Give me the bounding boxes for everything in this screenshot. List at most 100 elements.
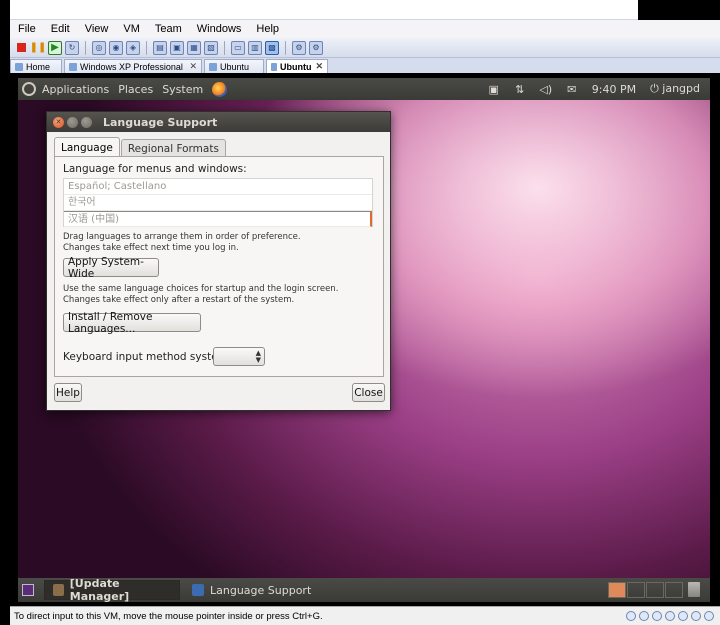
host-menubar: File Edit View VM Team Windows Help [10, 20, 720, 38]
reset-button[interactable]: ↻ [65, 40, 79, 55]
keyboard-input-method-select[interactable]: ▲ ▼ [213, 347, 265, 366]
tab-label: Ubuntu [220, 61, 250, 72]
window-maximize-icon[interactable] [81, 116, 92, 128]
home-icon [15, 62, 23, 71]
clock[interactable]: 9:40 PM [592, 83, 636, 96]
workspace-4[interactable] [665, 582, 683, 598]
menu-file[interactable]: File [18, 23, 36, 35]
network-icon[interactable]: ⇅ [514, 83, 526, 96]
tab-ubuntu-2[interactable]: Ubuntu ✕ [266, 59, 328, 73]
hard-disk-icon[interactable] [626, 611, 636, 621]
revert-snapshot-icon[interactable]: ◉ [109, 40, 123, 55]
install-remove-languages-button[interactable]: Install / Remove Languages... [63, 311, 201, 335]
dialog-title: Language Support [103, 115, 218, 129]
places-menu[interactable]: Places [118, 83, 153, 96]
stop-icon [16, 43, 26, 52]
update-manager-icon [53, 584, 64, 596]
tab-label: Home [26, 61, 51, 72]
settings-icon[interactable]: ⚙ [309, 40, 323, 55]
host-title-dark-area [638, 0, 720, 20]
tab-home[interactable]: Home [10, 59, 62, 73]
menu-edit[interactable]: Edit [51, 23, 70, 35]
system-menu[interactable]: System [162, 83, 203, 96]
show-desktop-icon[interactable] [22, 584, 34, 596]
language-support-dialog: ✕ Language Support Language Regional For… [46, 111, 391, 411]
sidebar-toggle-icon[interactable]: ▤ [153, 40, 167, 55]
host-toolbar: ❚❚ ▶ ↻ ◎ ◉ ◈ ▤ ▣ ▦ ▧ ▭ ▥ ▩ ⚙ ⚙ [10, 38, 720, 58]
host-status-bar: To direct input to this VM, move the mou… [10, 606, 720, 625]
dialog-titlebar[interactable]: ✕ Language Support [47, 112, 390, 132]
menu-vm[interactable]: VM [123, 23, 140, 35]
sound-icon[interactable] [691, 611, 701, 621]
usb-icon[interactable] [678, 611, 688, 621]
list-item[interactable]: 汉语 (中国) [64, 211, 372, 227]
taskbar-language-support[interactable]: Language Support [184, 580, 320, 600]
team-icon[interactable]: ⚙ [292, 40, 306, 55]
unity-icon[interactable]: ▧ [204, 40, 218, 55]
window-close-icon[interactable]: ✕ [53, 116, 64, 128]
workspace-2[interactable] [627, 582, 645, 598]
taskbar-item-label: [Update Manager] [69, 577, 130, 602]
dialog-tabs: Language Regional Formats [54, 137, 227, 157]
vm-icon [209, 62, 217, 71]
toolbar-separator [85, 40, 86, 55]
list-item[interactable]: 한국어 [64, 195, 372, 211]
tab-label: Windows XP Professional [80, 61, 183, 72]
power-on-button[interactable]: ▶ [48, 40, 62, 55]
cd-rom-icon[interactable] [639, 611, 649, 621]
menu-help[interactable]: Help [256, 23, 279, 35]
menu-view[interactable]: View [85, 23, 109, 35]
tab-windows-xp[interactable]: Windows XP Professional ✕ [64, 59, 202, 73]
close-icon[interactable]: ✕ [311, 61, 323, 72]
quick-switch-icon[interactable]: ▦ [187, 40, 201, 55]
update-notifier-icon[interactable]: ▣ [488, 83, 500, 96]
ubuntu-logo-icon[interactable] [22, 82, 36, 96]
full-screen-icon[interactable]: ▣ [170, 40, 184, 55]
vm-icon [271, 62, 277, 71]
taskbar-update-manager[interactable]: [Update Manager] [44, 577, 180, 602]
volume-icon[interactable]: ◁) [539, 83, 552, 96]
username: jangpd [662, 82, 700, 95]
firefox-icon[interactable] [212, 81, 228, 97]
summary-view-icon[interactable]: ▥ [248, 40, 262, 55]
close-icon[interactable]: ✕ [185, 61, 197, 72]
menu-windows[interactable]: Windows [197, 23, 242, 35]
menu-team[interactable]: Team [155, 23, 182, 35]
ubuntu-desktop[interactable]: Applications Places System ▣ ⇅ ◁) ✉ 9:40… [18, 78, 710, 602]
workspace-1[interactable] [608, 582, 626, 598]
tab-language[interactable]: Language [54, 137, 120, 157]
toolbar-separator [285, 40, 286, 55]
list-item[interactable]: Español; Castellano [64, 179, 372, 195]
taskbar-item-label: Language Support [210, 583, 312, 597]
applications-menu[interactable]: Applications [42, 83, 109, 96]
workspace-3[interactable] [646, 582, 664, 598]
apply-hint-line-2: Changes take effect only after a restart… [63, 295, 295, 305]
tab-ubuntu-1[interactable]: Ubuntu [204, 59, 264, 73]
suspend-button[interactable]: ❚❚ [30, 41, 47, 55]
language-list[interactable]: Español; Castellano 한국어 汉语 (中国) [63, 178, 373, 227]
window-minimize-icon[interactable] [67, 116, 78, 128]
snapshot-icon[interactable]: ◎ [92, 40, 106, 55]
console-view-icon[interactable]: ▭ [231, 40, 245, 55]
language-tab-pane: Language for menus and windows: Español;… [54, 156, 384, 377]
apply-system-wide-button[interactable]: Apply System-Wide [63, 256, 159, 280]
toolbar-separator [146, 40, 147, 55]
message-log-icon[interactable] [704, 611, 714, 621]
help-button[interactable]: Help [54, 383, 82, 402]
vmware-window: File Edit View VM Team Windows Help ❚❚ ▶… [10, 0, 720, 625]
trash-icon[interactable] [688, 582, 700, 597]
power-off-button[interactable] [14, 41, 28, 55]
floppy-icon[interactable] [652, 611, 662, 621]
menus-language-label: Language for menus and windows: [63, 163, 247, 175]
network-adapter-icon[interactable] [665, 611, 675, 621]
snapshot-manager-icon[interactable]: ◈ [126, 40, 140, 55]
close-button[interactable]: Close [352, 383, 385, 402]
mail-icon[interactable]: ✉ [566, 83, 578, 96]
gnome-bottom-panel: [Update Manager] Language Support [18, 577, 710, 602]
vm-console[interactable]: Applications Places System ▣ ⇅ ◁) ✉ 9:40… [10, 73, 720, 606]
console-active-icon[interactable]: ▩ [265, 40, 279, 55]
tab-regional-formats[interactable]: Regional Formats [120, 139, 226, 157]
apply-hint-line-1: Use the same language choices for startu… [63, 284, 339, 294]
gnome-top-panel: Applications Places System ▣ ⇅ ◁) ✉ 9:40… [18, 78, 710, 100]
user-menu[interactable]: ⏻ jangpd [650, 82, 700, 96]
